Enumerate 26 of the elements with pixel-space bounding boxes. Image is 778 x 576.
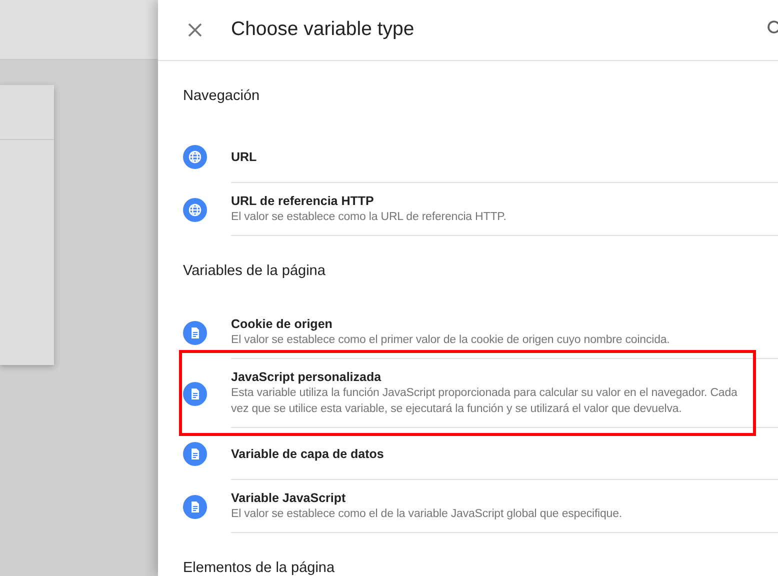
item-title: URL — [231, 148, 258, 164]
item-title: JavaScript personalizada — [231, 369, 382, 385]
globe-icon — [183, 145, 207, 169]
item-description: Esta variable utiliza la función JavaScript proporcionada para calcular su valor en el navegador. Cada vez que se utilice esta variable, se ejecutará la función y se utilizará el valor que devuelva. — [231, 386, 738, 417]
document-icon — [183, 442, 207, 466]
variable-type-item[interactable]: Variable de capa de datos — [158, 428, 778, 480]
item-title: Cookie de origen — [231, 316, 334, 332]
item-title: URL de referencia HTTP — [231, 193, 375, 209]
variable-type-item[interactable]: Cookie de origen El valor se establece como el primer valor de la cookie de origen cuyo nombre coincida. — [158, 306, 778, 359]
variable-type-item[interactable]: URL de referencia HTTP El valor se establece como la URL de referencia HTTP. — [158, 183, 778, 236]
variable-type-item[interactable]: Variable JavaScript El valor se establece como el de la variable JavaScript global que especifique. — [158, 480, 778, 533]
globe-icon — [183, 198, 207, 222]
section-heading: Navegación — [183, 87, 260, 106]
document-icon — [183, 494, 207, 518]
close-icon — [188, 23, 202, 37]
item-description: El valor se establece como el primer valor de la cookie de origen cuyo nombre coincida. — [231, 333, 671, 348]
section-heading: Elementos de la página — [183, 559, 335, 576]
section-heading: Variables de la página — [183, 262, 326, 282]
variable-type-item[interactable]: URL — [158, 131, 778, 183]
panel-title: Choose variable type — [231, 17, 416, 42]
document-icon — [183, 320, 207, 344]
item-title: Variable de capa de datos — [231, 446, 385, 462]
item-description: El valor se establece como la URL de referencia HTTP. — [231, 210, 508, 225]
document-icon — [183, 382, 207, 406]
item-description: El valor se establece como el de la variable JavaScript global que especifique. — [231, 507, 623, 522]
item-title: Variable JavaScript — [231, 490, 347, 506]
